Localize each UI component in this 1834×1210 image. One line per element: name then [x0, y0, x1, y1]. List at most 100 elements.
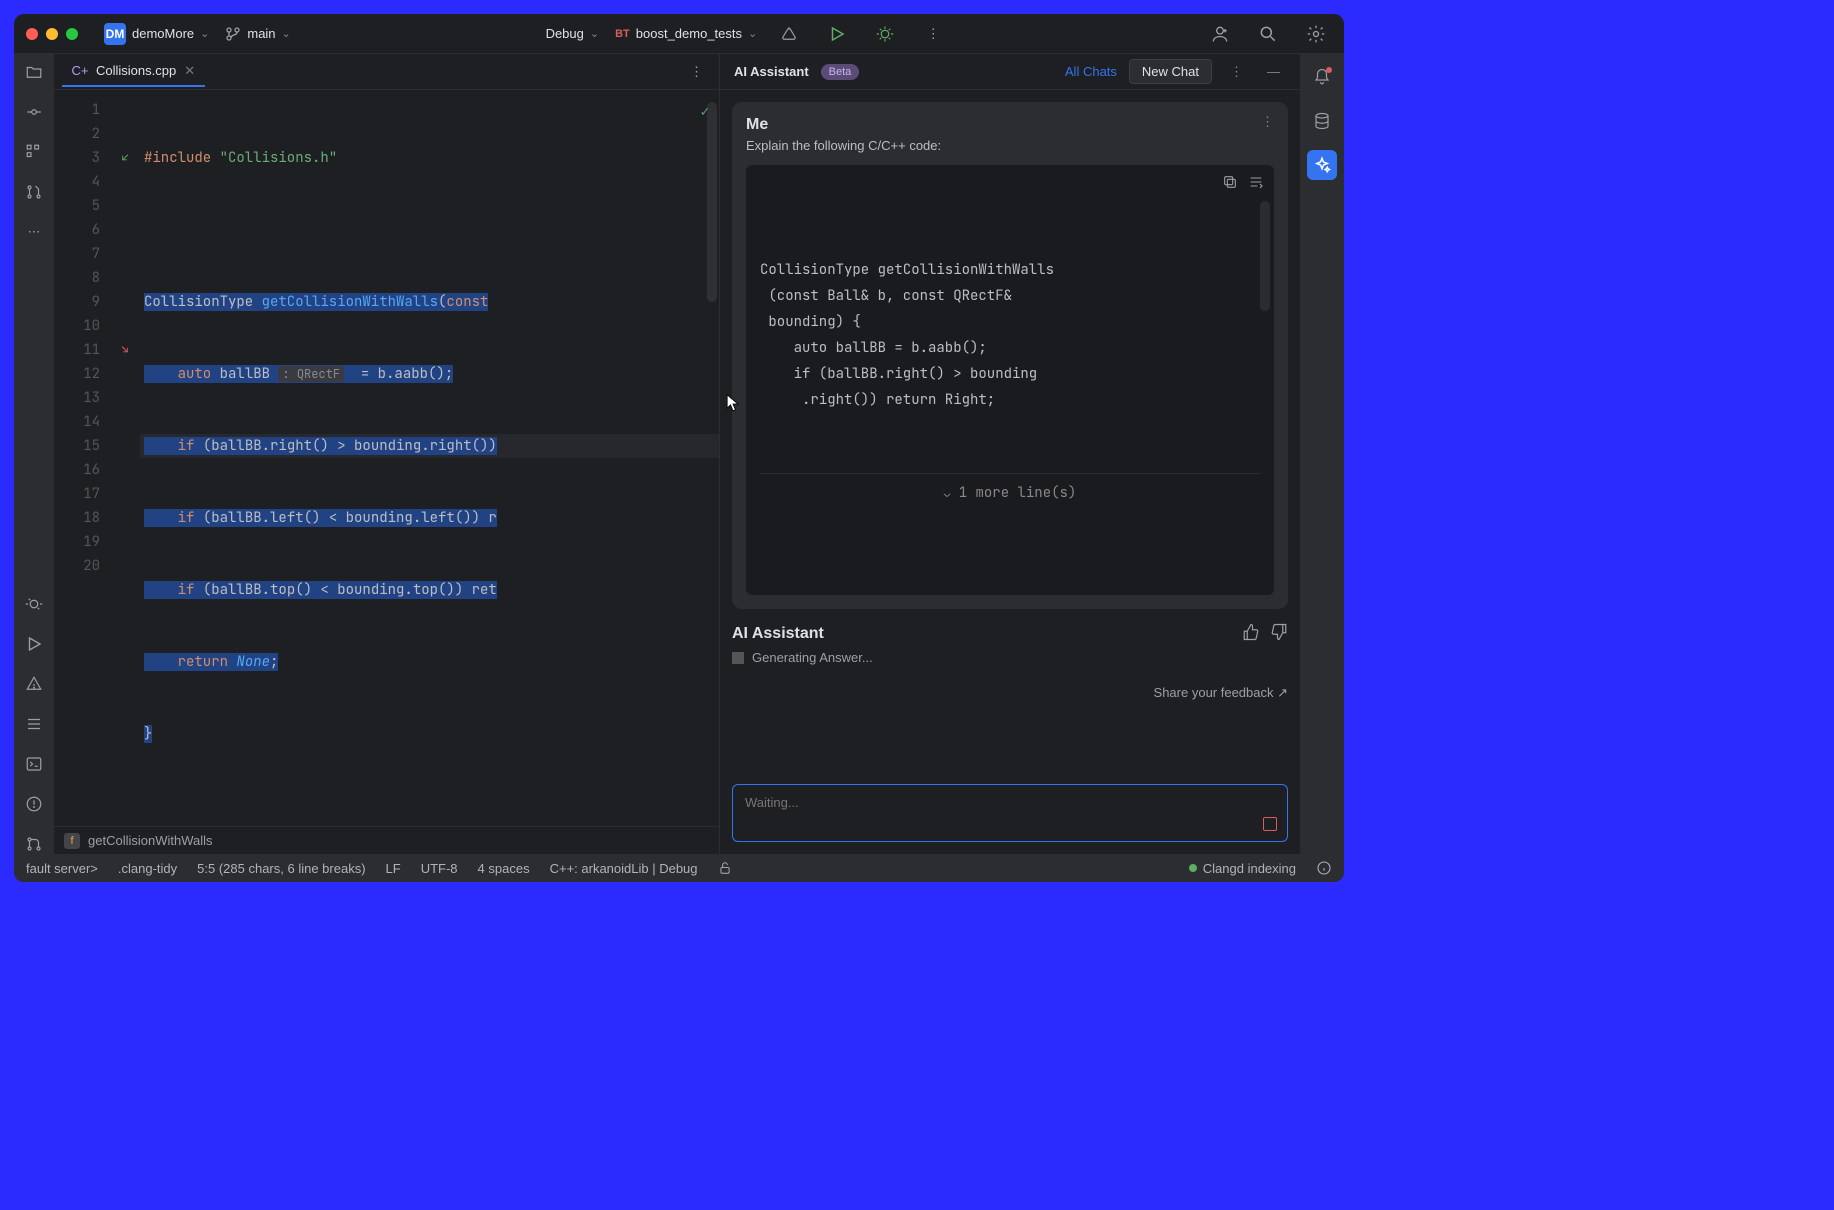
chevron-down-icon: ⌄	[944, 487, 951, 501]
assistant-message-header: AI Assistant	[732, 623, 1288, 644]
ai-more-button[interactable]: ⋮	[1224, 64, 1249, 80]
thumbs-down-button[interactable]	[1270, 623, 1288, 644]
structure-tool-icon[interactable]	[24, 142, 44, 162]
code-area[interactable]: #include "Collisions.h" CollisionType ge…	[136, 90, 719, 826]
tab-actions-button[interactable]: ⋮	[690, 64, 711, 80]
pull-requests-tool-icon[interactable]	[24, 182, 44, 202]
code-with-me-button[interactable]	[1204, 18, 1236, 50]
chevron-down-icon: ⌄	[282, 27, 291, 40]
notifications-button[interactable]	[1307, 62, 1337, 92]
status-server[interactable]: fault server>	[26, 861, 98, 876]
message-menu-button[interactable]: ⋮	[1261, 114, 1274, 130]
expand-code-button[interactable]: ⌄ 1 more line(s)	[760, 473, 1260, 513]
debug-tool-icon[interactable]	[24, 594, 44, 614]
build-button[interactable]	[773, 18, 805, 50]
tab-filename: Collisions.cpp	[96, 63, 176, 78]
debug-button[interactable]	[869, 18, 901, 50]
branch-selector[interactable]: main ⌄	[225, 26, 290, 42]
vcs-tool-icon[interactable]	[24, 834, 44, 854]
breadcrumb-symbol: getCollisionWithWalls	[88, 833, 213, 848]
cpp-file-icon: C+	[72, 63, 88, 79]
status-lock-icon[interactable]	[718, 861, 732, 875]
message-author: Me	[746, 116, 1274, 134]
code-snippet-text: CollisionType getCollisionWithWalls (con…	[760, 257, 1260, 413]
breadcrumb[interactable]: f getCollisionWithWalls	[54, 826, 719, 854]
ai-body: ⋮ Me Explain the following C/C++ code: C…	[720, 90, 1300, 778]
target-selector[interactable]: BT boost_demo_tests ⌄	[615, 26, 757, 41]
project-selector[interactable]: DM demoMore ⌄	[104, 23, 209, 45]
database-tool-icon[interactable]	[1307, 106, 1337, 136]
more-actions-button[interactable]: ⋮	[917, 18, 949, 50]
problems-tool-icon[interactable]	[24, 794, 44, 814]
stop-generation-button[interactable]	[1263, 817, 1277, 831]
status-clangtidy[interactable]: .clang-tidy	[118, 861, 177, 876]
generating-text: Generating Answer...	[752, 650, 873, 665]
run-config-label: Debug	[546, 26, 584, 41]
left-tool-strip: ⋯	[14, 54, 54, 854]
more-tools-icon[interactable]: ⋯	[24, 222, 44, 242]
status-indexer[interactable]: Clangd indexing	[1189, 861, 1296, 876]
editor-scrollbar[interactable]	[707, 102, 717, 302]
line-gutter: 1 2 3 4 5 6 7 8 9 10 11 12 13 14 15 16 1	[54, 90, 114, 826]
status-encoding[interactable]: UTF-8	[421, 861, 458, 876]
all-chats-link[interactable]: All Chats	[1065, 64, 1117, 79]
ai-assistant-pane: AI Assistant Beta All Chats New Chat ⋮ —…	[720, 54, 1300, 854]
project-name: demoMore	[132, 26, 194, 41]
status-info-icon[interactable]	[1316, 860, 1332, 876]
terminal-tool-icon[interactable]	[24, 754, 44, 774]
todo-tool-icon[interactable]	[24, 714, 44, 734]
gutter-glyphs: ↙ ↘	[114, 90, 136, 826]
chevron-down-icon: ⌄	[200, 27, 209, 40]
settings-button[interactable]	[1300, 18, 1332, 50]
close-tab-button[interactable]: ✕	[184, 63, 195, 79]
right-tool-strip	[1300, 54, 1344, 854]
chevron-down-icon: ⌄	[590, 27, 599, 40]
code-snippet-box: CollisionType getCollisionWithWalls (con…	[746, 165, 1274, 595]
chevron-down-icon: ⌄	[748, 27, 757, 40]
beta-badge: Beta	[821, 64, 860, 80]
search-everywhere-button[interactable]	[1252, 18, 1284, 50]
chat-input[interactable]: Waiting...	[732, 784, 1288, 842]
ide-window: DM demoMore ⌄ main ⌄ Debug ⌄ BT boost_de…	[14, 14, 1344, 882]
status-context[interactable]: C++: arkanoidLib | Debug	[550, 861, 698, 876]
chat-placeholder: Waiting...	[745, 795, 799, 810]
fullscreen-window-button[interactable]	[66, 28, 78, 40]
tab-collisions-cpp[interactable]: C+ Collisions.cpp ✕	[62, 57, 205, 87]
run-gutter-icon[interactable]: ↙	[114, 146, 136, 170]
commit-tool-icon[interactable]	[24, 102, 44, 122]
message-text: Explain the following C/C++ code:	[746, 138, 1274, 153]
run-gutter-icon[interactable]: ↘	[114, 338, 136, 362]
ai-title: AI Assistant	[734, 64, 809, 79]
project-tool-icon[interactable]	[24, 62, 44, 82]
top-toolbar: DM demoMore ⌄ main ⌄ Debug ⌄ BT boost_de…	[14, 14, 1344, 54]
status-eol[interactable]: LF	[386, 861, 401, 876]
run-config-selector[interactable]: Debug ⌄	[546, 26, 600, 41]
share-feedback-link[interactable]: Share your feedback ↗	[732, 679, 1288, 707]
main-area: ⋯ C+ Collisions.cpp ✕ ⋮ 1	[14, 54, 1344, 854]
user-message: ⋮ Me Explain the following C/C++ code: C…	[732, 102, 1288, 609]
run-tool-icon[interactable]	[24, 634, 44, 654]
ai-header: AI Assistant Beta All Chats New Chat ⋮ —	[720, 54, 1300, 90]
thumbs-up-button[interactable]	[1242, 623, 1260, 644]
insert-code-icon[interactable]	[1248, 173, 1264, 199]
window-controls	[26, 28, 78, 40]
run-button[interactable]	[821, 18, 853, 50]
status-indent[interactable]: 4 spaces	[478, 861, 530, 876]
code-editor[interactable]: 1 2 3 4 5 6 7 8 9 10 11 12 13 14 15 16 1	[54, 90, 719, 826]
copy-code-icon[interactable]	[1222, 173, 1238, 199]
status-caret[interactable]: 5:5 (285 chars, 6 line breaks)	[197, 861, 365, 876]
spinner-icon	[732, 652, 744, 664]
cmake-tool-icon[interactable]	[24, 674, 44, 694]
close-window-button[interactable]	[26, 28, 38, 40]
target-badge: BT	[615, 28, 630, 40]
new-chat-button[interactable]: New Chat	[1129, 59, 1212, 84]
ai-minimize-button[interactable]: —	[1261, 64, 1286, 79]
codebox-scrollbar[interactable]	[1260, 201, 1270, 311]
ai-assistant-tool-icon[interactable]	[1307, 150, 1337, 180]
editor-tabs: C+ Collisions.cpp ✕ ⋮	[54, 54, 719, 90]
generating-indicator: Generating Answer...	[732, 650, 1288, 665]
target-name: boost_demo_tests	[636, 26, 742, 41]
status-dot-icon	[1189, 864, 1197, 872]
branch-icon	[225, 26, 241, 42]
minimize-window-button[interactable]	[46, 28, 58, 40]
